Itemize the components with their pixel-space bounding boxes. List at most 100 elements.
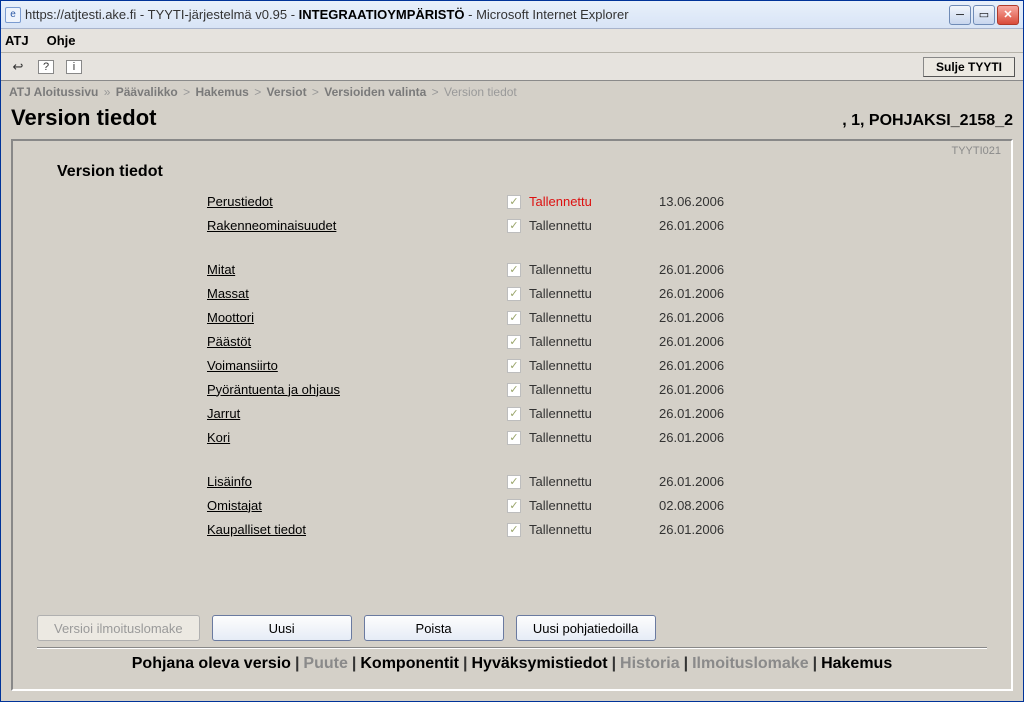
status-label: Tallennettu xyxy=(529,334,659,349)
footer-link[interactable]: Hakemus xyxy=(821,655,892,672)
footer-link[interactable]: Historia xyxy=(620,655,680,672)
help-icon[interactable]: ? xyxy=(37,58,55,76)
status-label: Tallennettu xyxy=(529,358,659,373)
version-row: Voimansiirto✓Tallennettu26.01.2006 xyxy=(207,353,987,377)
date-label: 26.01.2006 xyxy=(659,262,799,277)
maximize-button[interactable]: ▭ xyxy=(973,5,995,25)
version-row: Kori ✓ Tallennettu26.01.2006 xyxy=(207,425,987,449)
window-buttons: ─ ▭ ✕ xyxy=(949,5,1019,25)
status-label: Tallennettu xyxy=(529,286,659,301)
version-link[interactable]: Moottori xyxy=(207,310,254,325)
version-link[interactable]: Mitat xyxy=(207,262,235,277)
status-label: Tallennettu xyxy=(529,218,659,233)
version-row: Jarrut✓Tallennettu26.01.2006 xyxy=(207,401,987,425)
version-row: Perustiedot ✓ Tallennettu13.06.2006 xyxy=(207,189,987,213)
version-link[interactable]: Omistajat xyxy=(207,498,262,513)
footer-link[interactable]: Pohjana oleva versio xyxy=(132,655,291,672)
status-label: Tallennettu xyxy=(529,194,659,209)
footer-links: Pohjana oleva versio|Puute|Komponentit|H… xyxy=(37,655,987,679)
breadcrumb: ATJ Aloitussivu » Päävalikko > Hakemus >… xyxy=(1,81,1023,101)
version-link[interactable]: Rakenneominaisuudet xyxy=(207,218,336,233)
section-title: Version tiedot xyxy=(57,163,987,181)
date-label: 26.01.2006 xyxy=(659,474,799,489)
content-panel: TYYTI021 Version tiedot Perustiedot✓Tall… xyxy=(11,139,1013,691)
info-icon[interactable]: i xyxy=(65,58,83,76)
page-header: Version tiedot , 1, POHJAKSI_2158_2 xyxy=(1,101,1023,139)
uusi-button[interactable]: Uusi xyxy=(212,615,352,641)
crumb-4[interactable]: Versioiden valinta xyxy=(324,85,426,99)
date-label: 26.01.2006 xyxy=(659,430,799,445)
date-label: 26.01.2006 xyxy=(659,406,799,421)
version-rows: Perustiedot✓Tallennettu13.06.2006Rakenne… xyxy=(207,189,987,541)
date-label: 26.01.2006 xyxy=(659,218,799,233)
version-row: Pyöräntuenta ja ohjaus ✓ Tallennettu26.01.… xyxy=(207,377,987,401)
status-label: Tallennettu xyxy=(529,430,659,445)
titlebar-browser: Microsoft Internet Explorer xyxy=(476,7,628,22)
date-label: 02.08.2006 xyxy=(659,498,799,513)
poista-button[interactable]: Poista xyxy=(364,615,504,641)
crumb-3[interactable]: Versiot xyxy=(267,85,307,99)
minimize-button[interactable]: ─ xyxy=(949,5,971,25)
version-link[interactable]: Perustiedot xyxy=(207,194,273,209)
saved-checkbox: ✓ xyxy=(507,383,521,397)
saved-checkbox: ✓ xyxy=(507,263,521,277)
saved-checkbox: ✓ xyxy=(507,287,521,301)
saved-checkbox: ✓ xyxy=(507,359,521,373)
status-label: Tallennettu xyxy=(529,310,659,325)
version-row: Omistajat✓Tallennettu02.08.2006 xyxy=(207,493,987,517)
version-link[interactable]: Voimansiirto xyxy=(207,358,278,373)
version-row: Moottori✓Tallennettu26.01.2006 xyxy=(207,305,987,329)
version-row: Rakenneominaisuudet✓Tallennettu26.01.200… xyxy=(207,213,987,237)
crumb-current: Version tiedot xyxy=(444,85,517,99)
close-tyyti-button[interactable]: Sulje TYYTI xyxy=(923,57,1015,77)
saved-checkbox: ✓ xyxy=(507,431,521,445)
version-link[interactable]: Massat xyxy=(207,286,249,301)
footer-link[interactable]: Komponentit xyxy=(360,655,459,672)
close-button[interactable]: ✕ xyxy=(997,5,1019,25)
saved-checkbox: ✓ xyxy=(507,335,521,349)
titlebar-env: INTEGRAATIOYMPÄRISTÖ xyxy=(299,7,465,22)
date-label: 26.01.2006 xyxy=(659,382,799,397)
crumb-2[interactable]: Hakemus xyxy=(195,85,248,99)
version-link[interactable]: Pyöräntuenta ja ohjaus xyxy=(207,382,340,397)
footer-link[interactable]: Hyväksymistiedot xyxy=(472,655,608,672)
version-link[interactable]: Lisäinfo xyxy=(207,474,252,489)
version-row: Kaupalliset tiedot✓Tallennettu26.01.2006 xyxy=(207,517,987,541)
toolbar: ↩ ? i Sulje TYYTI xyxy=(1,53,1023,81)
date-label: 26.01.2006 xyxy=(659,334,799,349)
page-title: Version tiedot xyxy=(11,105,156,131)
version-link[interactable]: Päästöt xyxy=(207,334,251,349)
crumb-0[interactable]: ATJ Aloitussivu xyxy=(9,85,98,99)
menubar: ATJ Ohje xyxy=(1,29,1023,53)
menu-ohje[interactable]: Ohje xyxy=(47,33,76,48)
menu-atj[interactable]: ATJ xyxy=(5,33,29,48)
titlebar-url: https://atjtesti.ake.fi xyxy=(25,7,136,22)
back-icon[interactable]: ↩ xyxy=(9,58,27,76)
ie-icon: e xyxy=(5,7,21,23)
button-row: Versioi ilmoituslomake Uusi Poista Uusi … xyxy=(37,609,987,647)
crumb-1[interactable]: Päävalikko xyxy=(116,85,178,99)
version-row: Mitat ✓ Tallennettu26.01.2006 xyxy=(207,257,987,281)
status-label: Tallennettu xyxy=(529,522,659,537)
status-label: Tallennettu xyxy=(529,498,659,513)
version-row: Massat✓Tallennettu26.01.2006 xyxy=(207,281,987,305)
footer-separator xyxy=(37,647,987,649)
saved-checkbox: ✓ xyxy=(507,475,521,489)
footer-link[interactable]: Puute xyxy=(303,655,347,672)
status-label: Tallennettu xyxy=(529,382,659,397)
versioi-button: Versioi ilmoituslomake xyxy=(37,615,200,641)
version-row: Päästöt ✓ Tallennettu26.01.2006 xyxy=(207,329,987,353)
version-link[interactable]: Kori xyxy=(207,430,230,445)
uusi-pohjatiedoilla-button[interactable]: Uusi pohjatiedoilla xyxy=(516,615,656,641)
saved-checkbox: ✓ xyxy=(507,311,521,325)
version-link[interactable]: Jarrut xyxy=(207,406,240,421)
saved-checkbox: ✓ xyxy=(507,195,521,209)
app-window: e https://atjtesti.ake.fi - TYYTI-järjes… xyxy=(0,0,1024,702)
footer-link[interactable]: Ilmoituslomake xyxy=(692,655,808,672)
date-label: 13.06.2006 xyxy=(659,194,799,209)
titlebar-text: https://atjtesti.ake.fi - TYYTI-järjeste… xyxy=(25,7,949,22)
version-link[interactable]: Kaupalliset tiedot xyxy=(207,522,306,537)
status-label: Tallennettu xyxy=(529,262,659,277)
status-label: Tallennettu xyxy=(529,406,659,421)
saved-checkbox: ✓ xyxy=(507,523,521,537)
